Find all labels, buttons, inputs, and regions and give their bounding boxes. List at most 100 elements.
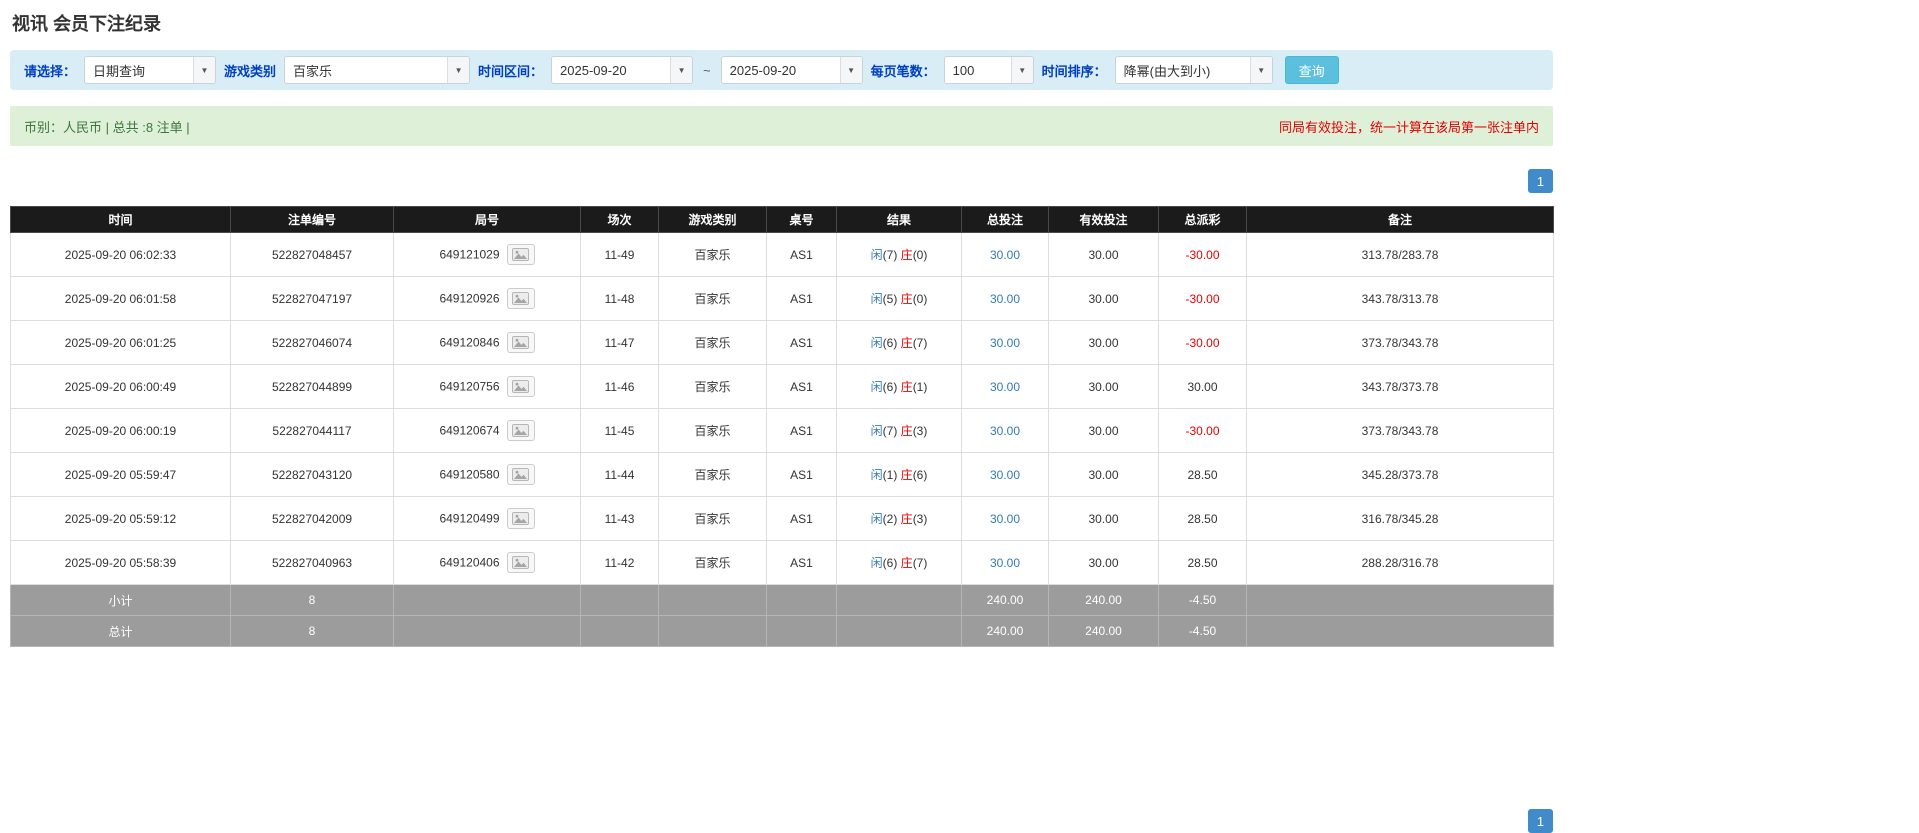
round-cell: 649120580 [393,452,581,497]
game-type-cell: 百家乐 [658,540,767,585]
player-result-label: 闲 [870,424,883,438]
column-header: 有效投注 [1048,206,1159,233]
sort-order-label: 时间排序： [1041,63,1107,79]
session-cell: 11-45 [580,408,659,453]
chevron-down-icon[interactable]: ▼ [193,57,216,83]
replay-video-button[interactable] [506,288,535,309]
pagination-bottom: 1 [10,809,1553,833]
player-result-label: 闲 [870,292,883,306]
total-total-bet: 240.00 [961,615,1049,647]
game-type-combobox[interactable]: ▼ [284,56,471,84]
result-cell: 闲(7) 庄(0) [836,232,962,277]
banker-result-label: 庄 [900,468,913,482]
summary-currency-text: 币别：人民币 | 总共 :8 注单 | [24,119,190,135]
session-cell: 11-49 [580,232,659,277]
total-bet-link[interactable]: 30.00 [990,424,1020,438]
video-replay-icon [512,380,530,393]
result-cell: 闲(6) 庄(7) [836,540,962,585]
column-header: 桌号 [766,206,837,233]
chevron-down-icon[interactable]: ▼ [839,57,862,83]
valid-bet-cell: 30.00 [1048,496,1159,541]
game-type-input[interactable] [285,57,448,83]
video-replay-icon [512,556,530,569]
result-cell: 闲(2) 庄(3) [836,496,962,541]
total-bet-link[interactable]: 30.00 [990,336,1020,350]
note-cell: 373.78/343.78 [1246,320,1554,365]
banker-result-score: (3) [912,512,928,526]
payout-cell: -30.00 [1158,408,1247,453]
query-type-input[interactable] [85,57,194,83]
subtotal-count: 8 [230,584,394,616]
total-bet-link[interactable]: 30.00 [990,556,1020,570]
column-header: 时间 [10,206,231,233]
replay-video-button[interactable] [506,552,535,573]
table-row: 2025-09-20 06:01:25 522827046074 649120846… [10,320,1554,365]
player-result-score: (6) [882,380,898,394]
page-button-1[interactable]: 1 [1528,809,1553,833]
bet-id-cell: 522827043120 [230,452,394,497]
session-cell: 11-46 [580,364,659,409]
player-result-score: (7) [882,424,898,438]
content: 请选择： ▼ 游戏类别 ▼ 时间区间： ▼ ~ ▼ 每页笔数： [10,50,1554,833]
video-replay-icon [512,292,530,305]
game-type-cell: 百家乐 [658,276,767,321]
player-result-score: (6) [882,556,898,570]
table-number-cell: AS1 [766,276,837,321]
date-to-picker[interactable]: ▼ [720,56,863,84]
sort-order-combobox[interactable]: ▼ [1114,56,1273,84]
filter-bar: 请选择： ▼ 游戏类别 ▼ 时间区间： ▼ ~ ▼ 每页笔数： [10,50,1553,90]
search-button[interactable]: 查询 [1284,56,1339,84]
total-bet-link[interactable]: 30.00 [990,380,1020,394]
total-count: 8 [230,615,394,647]
banker-result-label: 庄 [900,424,913,438]
round-cell: 649120499 [393,496,581,541]
round-id: 649120756 [439,379,500,394]
total-bet-link[interactable]: 30.00 [990,468,1020,482]
total-valid-bet: 240.00 [1048,615,1159,647]
banker-result-score: (1) [912,380,928,394]
total-bet-link[interactable]: 30.00 [990,512,1020,526]
summary-notice-text: 同局有效投注，统一计算在该局第一张注单内 [1278,119,1539,135]
note-cell: 316.78/345.28 [1246,496,1554,541]
query-type-combobox[interactable]: ▼ [84,56,217,84]
column-header: 备注 [1246,206,1554,233]
table-number-cell: AS1 [766,540,837,585]
date-from-input[interactable] [552,57,671,83]
video-replay-icon [512,336,530,349]
total-bet-link[interactable]: 30.00 [990,248,1020,262]
replay-video-button[interactable] [506,244,535,265]
page-size-input[interactable] [944,57,1011,83]
table-row: 2025-09-20 06:02:33 522827048457 649121029… [10,232,1554,277]
chevron-down-icon[interactable]: ▼ [1010,57,1033,83]
result-cell: 闲(6) 庄(7) [836,320,962,365]
chevron-down-icon[interactable]: ▼ [447,57,470,83]
replay-video-button[interactable] [506,464,535,485]
replay-video-button[interactable] [506,420,535,441]
note-cell: 343.78/313.78 [1246,276,1554,321]
table-number-cell: AS1 [766,320,837,365]
page-button-1[interactable]: 1 [1528,169,1553,193]
page-title: 视讯 会员下注纪录 [12,14,162,34]
table-header-row: 时间 注单编号 局号 场次 游戏类别 桌号 结果 总投注 有效投注 总派彩 备注 [10,206,1554,233]
time-cell: 2025-09-20 06:01:25 [10,320,231,365]
sort-order-input[interactable] [1115,57,1250,83]
replay-video-button[interactable] [506,332,535,353]
round-cell: 649120846 [393,320,581,365]
round-id: 649120926 [439,291,500,306]
video-replay-icon [512,424,530,437]
date-from-picker[interactable]: ▼ [551,56,694,84]
chevron-down-icon[interactable]: ▼ [670,57,693,83]
replay-video-button[interactable] [506,508,535,529]
banker-result-label: 庄 [900,248,913,262]
total-bet-link[interactable]: 30.00 [990,292,1020,306]
table-number-cell: AS1 [766,408,837,453]
chevron-down-icon[interactable]: ▼ [1249,57,1272,83]
table-number-cell: AS1 [766,452,837,497]
replay-video-button[interactable] [506,376,535,397]
player-result-label: 闲 [870,556,883,570]
session-cell: 11-47 [580,320,659,365]
session-cell: 11-42 [580,540,659,585]
page-size-combobox[interactable]: ▼ [943,56,1034,84]
player-result-score: (2) [882,512,898,526]
date-to-input[interactable] [721,57,840,83]
